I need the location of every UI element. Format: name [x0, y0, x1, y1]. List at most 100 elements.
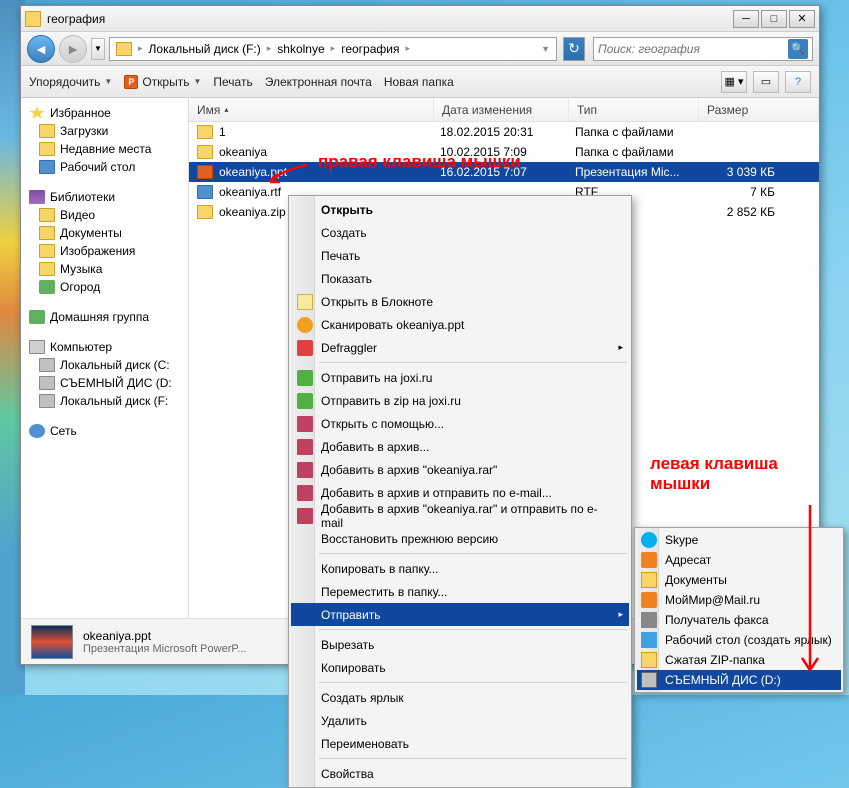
print-button[interactable]: Печать — [213, 75, 252, 89]
sub-moimir[interactable]: МойМир@Mail.ru — [637, 590, 841, 610]
sidebar-documents[interactable]: Документы — [21, 224, 188, 242]
zip-icon — [641, 652, 657, 668]
fax-icon — [641, 612, 657, 628]
ctx-scan[interactable]: Сканировать okeaniya.ppt — [291, 313, 629, 336]
sidebar-desktop[interactable]: Рабочий стол — [21, 158, 188, 176]
ctx-joxizip[interactable]: Отправить в zip на joxi.ru — [291, 389, 629, 412]
col-name[interactable]: Имя ▴ — [189, 98, 434, 121]
toolbar: Упорядочить▼ PОткрыть▼ Печать Электронна… — [21, 66, 819, 98]
usb-drive-icon — [641, 672, 657, 688]
ctx-copy[interactable]: Копировать — [291, 656, 629, 679]
ctx-show[interactable]: Показать — [291, 267, 629, 290]
ctx-openwith[interactable]: Открыть с помощью... — [291, 412, 629, 435]
ctx-open[interactable]: Открыть — [291, 198, 629, 221]
search-input[interactable] — [598, 42, 788, 56]
help-button[interactable]: ? — [785, 71, 811, 93]
sub-recipient[interactable]: Адресат — [637, 550, 841, 570]
column-headers[interactable]: Имя ▴ Дата изменения Тип Размер — [189, 98, 819, 122]
rar-icon — [297, 439, 313, 455]
bc-drive[interactable]: Локальный диск (F:) — [145, 38, 265, 60]
bc-folder1[interactable]: shkolnye — [273, 38, 328, 60]
ctx-create[interactable]: Создать — [291, 221, 629, 244]
preview-pane-button[interactable]: ▭ — [753, 71, 779, 93]
ctx-rename[interactable]: Переименовать — [291, 732, 629, 755]
sub-skype[interactable]: Skype — [637, 530, 841, 550]
back-button[interactable]: ◄ — [27, 35, 55, 63]
forward-button[interactable]: ► — [59, 35, 87, 63]
ctx-sendto[interactable]: Отправить▸ — [291, 603, 629, 626]
sub-usb[interactable]: СЪЕМНЫЙ ДИС (D:) — [637, 670, 841, 690]
sub-zip[interactable]: Сжатая ZIP-папка — [637, 650, 841, 670]
titlebar[interactable]: география ─ □ ✕ — [21, 6, 819, 32]
videos-icon — [39, 208, 55, 222]
close-button[interactable]: ✕ — [789, 10, 815, 28]
ctx-addarchive[interactable]: Добавить в архив... — [291, 435, 629, 458]
sidebar-music[interactable]: Музыка — [21, 260, 188, 278]
search-box[interactable]: 🔍 — [593, 37, 813, 61]
sidebar-libraries[interactable]: Библиотеки — [21, 188, 188, 206]
ctx-notepad[interactable]: Открыть в Блокноте — [291, 290, 629, 313]
moimir-icon — [641, 592, 657, 608]
sidebar-drive-c[interactable]: Локальный диск (C: — [21, 356, 188, 374]
ctx-restore[interactable]: Восстановить прежнюю версию — [291, 527, 629, 550]
sidebar-network[interactable]: Сеть — [21, 422, 188, 440]
scan-icon — [297, 317, 313, 333]
ctx-moveto[interactable]: Переместить в папку... — [291, 580, 629, 603]
sidebar-ogorod[interactable]: Огород — [21, 278, 188, 296]
drive-icon — [39, 358, 55, 372]
col-size[interactable]: Размер — [699, 98, 819, 121]
col-type[interactable]: Тип — [569, 98, 699, 121]
ppt-icon — [197, 165, 213, 179]
skype-icon — [641, 532, 657, 548]
sidebar-drive-f[interactable]: Локальный диск (F: — [21, 392, 188, 410]
ctx-copyto[interactable]: Копировать в папку... — [291, 557, 629, 580]
ctx-addrar[interactable]: Добавить в архив "okeaniya.rar" — [291, 458, 629, 481]
rar-icon — [297, 462, 313, 478]
maximize-button[interactable]: □ — [761, 10, 787, 28]
sidebar-recent[interactable]: Недавние места — [21, 140, 188, 158]
sidebar-homegroup[interactable]: Домашняя группа — [21, 308, 188, 326]
refresh-button[interactable]: ↻ — [563, 37, 585, 61]
sidebar-computer[interactable]: Компьютер — [21, 338, 188, 356]
ctx-shortcut[interactable]: Создать ярлык — [291, 686, 629, 709]
rar-icon — [297, 508, 313, 524]
bc-folder2[interactable]: география — [337, 38, 403, 60]
rtf-icon — [197, 185, 213, 199]
sub-documents[interactable]: Документы — [637, 570, 841, 590]
homegroup-icon — [29, 310, 45, 324]
ctx-cut[interactable]: Вырезать — [291, 633, 629, 656]
view-button[interactable]: ▦ ▾ — [721, 71, 747, 93]
new-folder-button[interactable]: Новая папка — [384, 75, 454, 89]
ctx-joxi[interactable]: Отправить на joxi.ru — [291, 366, 629, 389]
ctx-defraggler[interactable]: Defraggler▸ — [291, 336, 629, 359]
thumbnail-icon — [31, 625, 73, 659]
sidebar-videos[interactable]: Видео — [21, 206, 188, 224]
annotation-left-click: левая клавиша мышки — [650, 454, 778, 494]
ctx-properties[interactable]: Свойства — [291, 762, 629, 785]
zip-icon — [197, 205, 213, 219]
sidebar-downloads[interactable]: Загрузки — [21, 122, 188, 140]
ctx-addraremail[interactable]: Добавить в архив "okeaniya.rar" и отправ… — [291, 504, 629, 527]
history-dropdown[interactable]: ▼ — [91, 38, 105, 60]
ctx-delete[interactable]: Удалить — [291, 709, 629, 732]
notepad-icon — [297, 294, 313, 310]
col-date[interactable]: Дата изменения — [434, 98, 569, 121]
file-row[interactable]: 118.02.2015 20:31Папка с файлами — [189, 122, 819, 142]
sidebar-pictures[interactable]: Изображения — [21, 242, 188, 260]
sub-fax[interactable]: Получатель факса — [637, 610, 841, 630]
documents-icon — [641, 572, 657, 588]
open-button[interactable]: PОткрыть▼ — [124, 75, 201, 89]
downloads-icon — [39, 124, 55, 138]
sendto-submenu: Skype Адресат Документы МойМир@Mail.ru П… — [634, 527, 844, 693]
pictures-icon — [39, 244, 55, 258]
network-icon — [29, 424, 45, 438]
email-button[interactable]: Электронная почта — [265, 75, 372, 89]
breadcrumb[interactable]: ▸ Локальный диск (F:) ▸ shkolnye ▸ геогр… — [109, 37, 557, 61]
sub-desktop[interactable]: Рабочий стол (создать ярлык) — [637, 630, 841, 650]
minimize-button[interactable]: ─ — [733, 10, 759, 28]
ctx-print[interactable]: Печать — [291, 244, 629, 267]
sidebar-drive-d[interactable]: СЪЕМНЫЙ ДИС (D: — [21, 374, 188, 392]
sidebar-favorites[interactable]: Избранное — [21, 104, 188, 122]
search-icon[interactable]: 🔍 — [788, 39, 808, 59]
organize-button[interactable]: Упорядочить▼ — [29, 75, 112, 89]
